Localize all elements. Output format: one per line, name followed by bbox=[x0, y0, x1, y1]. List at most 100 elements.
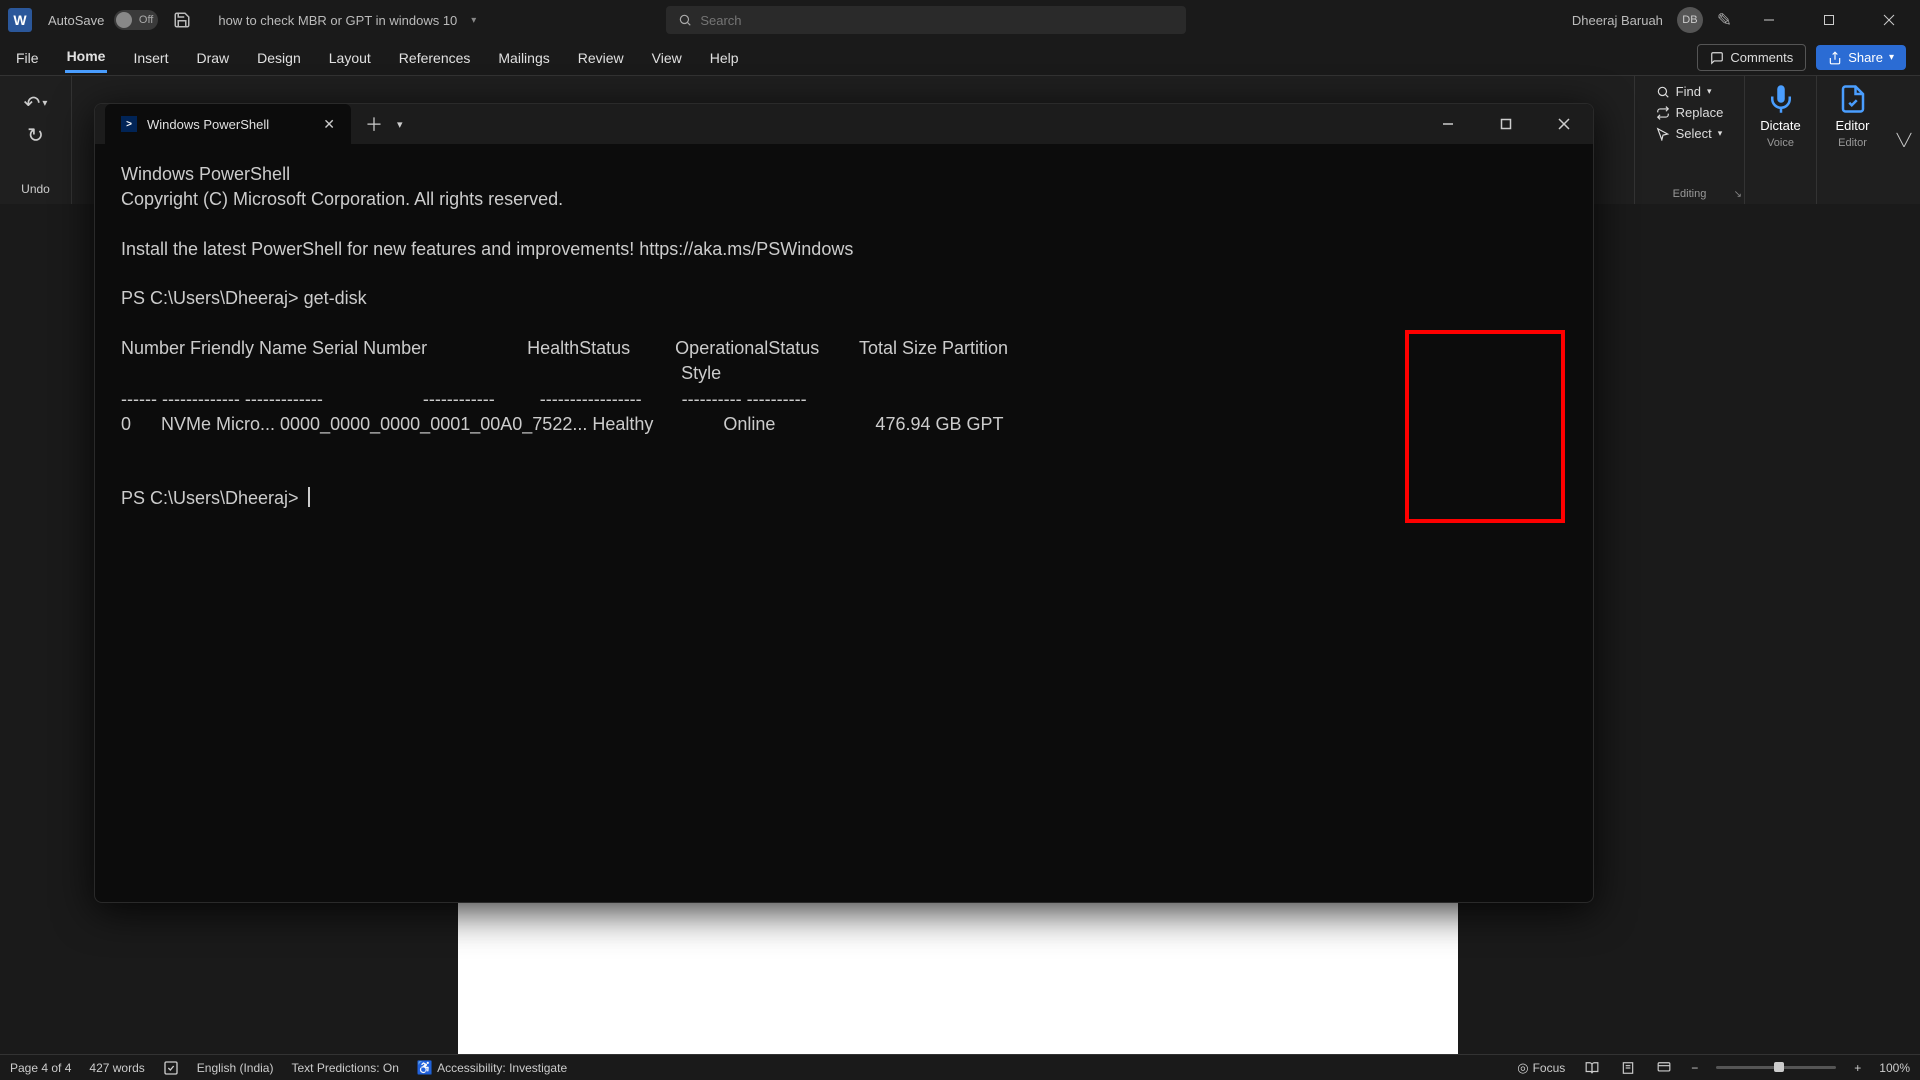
editor-button[interactable]: Editor bbox=[1836, 84, 1870, 133]
psh-line: Windows PowerShell bbox=[121, 164, 290, 184]
table-separator: ------ ------------- ------------- -----… bbox=[121, 389, 807, 409]
select-button[interactable]: Select ▾ bbox=[1656, 126, 1724, 141]
tab-design[interactable]: Design bbox=[255, 44, 303, 72]
tab-help[interactable]: Help bbox=[708, 44, 741, 72]
spellcheck-icon[interactable] bbox=[163, 1060, 179, 1076]
replace-label: Replace bbox=[1676, 105, 1724, 120]
psh-line: Install the latest PowerShell for new fe… bbox=[121, 239, 853, 259]
maximize-button[interactable] bbox=[1806, 4, 1852, 36]
editor-icon bbox=[1838, 84, 1868, 114]
zoom-slider[interactable] bbox=[1716, 1066, 1836, 1069]
save-icon[interactable] bbox=[172, 10, 192, 30]
tab-layout[interactable]: Layout bbox=[327, 44, 373, 72]
autosave-state: Off bbox=[139, 14, 153, 26]
page-count[interactable]: Page 4 of 4 bbox=[10, 1061, 71, 1075]
focus-icon: ◎ bbox=[1517, 1060, 1528, 1076]
avatar[interactable]: DB bbox=[1677, 7, 1703, 33]
document-title[interactable]: how to check MBR or GPT in windows 10 bbox=[218, 13, 457, 28]
voice-group: Dictate Voice bbox=[1744, 76, 1816, 204]
redo-button[interactable]: ↻ bbox=[23, 122, 49, 148]
print-layout-button[interactable] bbox=[1619, 1061, 1637, 1075]
comments-label: Comments bbox=[1730, 50, 1793, 65]
powershell-window-controls bbox=[1419, 104, 1593, 144]
username[interactable]: Dheeraj Baruah bbox=[1572, 13, 1663, 28]
tab-mailings[interactable]: Mailings bbox=[496, 44, 551, 72]
coming-soon-icon[interactable]: ✎ bbox=[1717, 10, 1732, 31]
tab-insert[interactable]: Insert bbox=[131, 44, 170, 72]
search-icon bbox=[1656, 85, 1670, 99]
editing-group-label: Editing bbox=[1673, 188, 1707, 200]
zoom-thumb[interactable] bbox=[1774, 1062, 1784, 1072]
close-tab-button[interactable]: ✕ bbox=[323, 116, 335, 133]
psh-prompt: PS C:\Users\Dheeraj> get-disk bbox=[121, 288, 367, 308]
dialog-launcher-icon[interactable]: ↘ bbox=[1734, 189, 1742, 200]
chevron-down-icon: ▾ bbox=[1718, 128, 1723, 139]
find-button[interactable]: Find ▾ bbox=[1656, 84, 1724, 99]
zoom-level[interactable]: 100% bbox=[1879, 1061, 1910, 1075]
editor-group: Editor Editor bbox=[1816, 76, 1888, 204]
tab-home[interactable]: Home bbox=[65, 42, 108, 73]
accessibility-icon: ♿ bbox=[417, 1060, 433, 1076]
psh-minimize-button[interactable] bbox=[1419, 104, 1477, 144]
table-header: Number Friendly Name Serial Number Healt… bbox=[121, 338, 1008, 358]
search-input[interactable] bbox=[700, 13, 1174, 28]
zoom-out-button[interactable]: − bbox=[1691, 1061, 1698, 1075]
find-label: Find bbox=[1676, 84, 1701, 99]
focus-label: Focus bbox=[1533, 1061, 1566, 1075]
editing-group: Find ▾ Replace Select ▾ Editing ↘ bbox=[1634, 76, 1744, 204]
psh-close-button[interactable] bbox=[1535, 104, 1593, 144]
chevron-down-icon[interactable]: ▾ bbox=[471, 15, 476, 26]
text-predictions-status[interactable]: Text Predictions: On bbox=[291, 1061, 398, 1075]
tab-file[interactable]: File bbox=[14, 44, 41, 72]
close-button[interactable] bbox=[1866, 4, 1912, 36]
autosave-toggle[interactable]: Off bbox=[114, 10, 158, 30]
undo-button[interactable]: ↶▾ bbox=[23, 90, 49, 116]
chevron-down-icon: ▾ bbox=[1707, 86, 1712, 97]
tab-view[interactable]: View bbox=[650, 44, 684, 72]
highlight-annotation bbox=[1405, 330, 1565, 523]
dictate-label: Dictate bbox=[1760, 118, 1800, 133]
chevron-down-icon: ▾ bbox=[1889, 52, 1894, 63]
minimize-button[interactable] bbox=[1746, 4, 1792, 36]
share-label: Share bbox=[1848, 50, 1883, 65]
tab-menu-button[interactable]: ▾ bbox=[397, 118, 403, 131]
psh-line: Copyright (C) Microsoft Corporation. All… bbox=[121, 189, 563, 209]
editor-group-label: Editor bbox=[1838, 137, 1867, 149]
ribbon-tabs: File Home Insert Draw Design Layout Refe… bbox=[0, 40, 1920, 76]
tab-review[interactable]: Review bbox=[576, 44, 626, 72]
powershell-output[interactable]: Windows PowerShell Copyright (C) Microso… bbox=[95, 144, 1593, 902]
web-layout-button[interactable] bbox=[1655, 1061, 1673, 1075]
collapse-ribbon-button[interactable]: ╲╱ bbox=[1888, 76, 1920, 204]
replace-button[interactable]: Replace bbox=[1656, 105, 1724, 120]
accessibility-label: Accessibility: Investigate bbox=[437, 1061, 567, 1075]
word-app-icon: W bbox=[8, 8, 32, 32]
psh-prompt: PS C:\Users\Dheeraj> bbox=[121, 488, 304, 508]
undo-group: ↶▾ ↻ Undo bbox=[0, 76, 72, 204]
dictate-button[interactable]: Dictate bbox=[1760, 84, 1800, 133]
undo-group-label: Undo bbox=[21, 182, 50, 196]
powershell-tab[interactable]: Windows PowerShell ✕ bbox=[105, 104, 351, 144]
tab-draw[interactable]: Draw bbox=[194, 44, 231, 72]
cursor-icon bbox=[1656, 127, 1670, 141]
new-tab-button[interactable]: ＋ bbox=[365, 111, 383, 137]
powershell-titlebar[interactable]: Windows PowerShell ✕ ＋ ▾ bbox=[95, 104, 1593, 144]
read-mode-button[interactable] bbox=[1583, 1061, 1601, 1075]
search-box[interactable] bbox=[666, 6, 1186, 34]
document-page[interactable] bbox=[458, 896, 1458, 1066]
zoom-in-button[interactable]: + bbox=[1854, 1061, 1861, 1075]
language-status[interactable]: English (India) bbox=[197, 1061, 274, 1075]
editor-label: Editor bbox=[1836, 118, 1870, 133]
accessibility-status[interactable]: ♿ Accessibility: Investigate bbox=[417, 1060, 567, 1076]
psh-maximize-button[interactable] bbox=[1477, 104, 1535, 144]
tab-references[interactable]: References bbox=[397, 44, 473, 72]
share-button[interactable]: Share ▾ bbox=[1816, 45, 1906, 70]
comments-button[interactable]: Comments bbox=[1697, 44, 1806, 71]
share-icon bbox=[1828, 51, 1842, 65]
powershell-window: Windows PowerShell ✕ ＋ ▾ Windows PowerSh… bbox=[94, 103, 1594, 903]
powershell-tab-title: Windows PowerShell bbox=[147, 117, 313, 132]
focus-button[interactable]: ◎ Focus bbox=[1517, 1060, 1565, 1076]
autosave-label: AutoSave bbox=[48, 13, 104, 28]
word-count[interactable]: 427 words bbox=[89, 1061, 144, 1075]
table-row: 0 NVMe Micro... 0000_0000_0000_0001_00A0… bbox=[121, 414, 1004, 434]
powershell-icon bbox=[121, 116, 137, 132]
